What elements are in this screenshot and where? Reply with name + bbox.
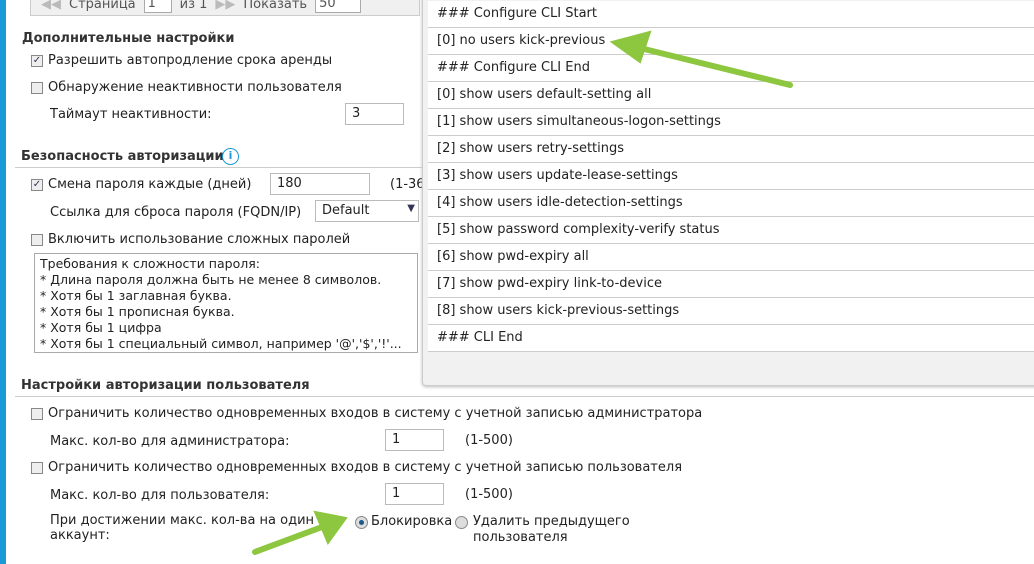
cli-line: [4] show users idle-detection-settings (428, 190, 1034, 217)
complex-pw-checkbox[interactable] (31, 234, 43, 246)
page-label: Страница (69, 0, 136, 12)
admin-range: (1-500) (465, 433, 513, 448)
auto-renew-checkbox[interactable]: ✓ (31, 55, 43, 67)
remove-previous-label: Удалить предыдущего (473, 514, 630, 529)
on-max-label: При достижении макс. кол-ва на один (50, 513, 315, 528)
cli-line: ### CLI End (428, 325, 1034, 352)
idle-detect-checkbox[interactable] (31, 82, 43, 94)
user-limit-label: Ограничить количество одновременных вход… (48, 460, 683, 475)
first-page-icon[interactable]: ◀◀ (41, 0, 61, 12)
divider (15, 396, 1034, 397)
admin-max-label: Макс. кол-во для администратора: (50, 434, 290, 449)
reset-link-select[interactable]: Default ▼ (315, 200, 419, 222)
cli-line: ### Configure CLI End (428, 55, 1034, 82)
user-auth-title: Настройки авторизации пользователя (21, 378, 310, 393)
pw-change-label: Смена пароля каждые (дней) (48, 177, 252, 192)
on-max-label-2: аккаунт: (50, 528, 110, 543)
requirement-line: * Хотя бы 1 специальный символ, например… (40, 336, 402, 351)
auto-renew-label: Разрешить автопродление срока аренды (48, 53, 333, 68)
pw-change-range: (1-36 (390, 177, 425, 192)
cli-line: [6] show pwd-expiry all (428, 244, 1034, 271)
info-icon[interactable]: i (222, 148, 239, 165)
block-radio-label: Блокировка (371, 514, 453, 529)
next-page-icon[interactable]: ▶▶ (215, 0, 235, 12)
show-label: Показать (243, 0, 308, 12)
remove-previous-radio[interactable] (455, 516, 468, 529)
divider (15, 167, 422, 168)
reset-link-value: Default (322, 203, 370, 218)
cli-line: [5] show password complexity-verify stat… (428, 217, 1034, 244)
block-radio[interactable] (355, 516, 368, 529)
chevron-down-icon: ▼ (407, 203, 415, 214)
cli-line: [7] show pwd-expiry link-to-device (428, 271, 1034, 298)
admin-max-input[interactable]: 1 (385, 429, 444, 451)
requirement-line: Требования к сложности пароля: (40, 256, 260, 271)
requirement-line: * Длина пароля должна быть не менее 8 си… (40, 272, 382, 287)
pager: ◀◀ Страница 1 из 1 ▶▶ Показать 50 (30, 0, 420, 16)
pw-change-checkbox[interactable]: ✓ (31, 179, 43, 191)
user-max-label: Макс. кол-во для пользователя: (50, 488, 270, 503)
idle-detect-label: Обнаружение неактивности пользователя (48, 80, 342, 95)
cli-line: [8] show users kick-previous-settings (428, 298, 1034, 325)
requirement-line: * Хотя бы 1 заглавная буква. (40, 288, 232, 303)
page-input[interactable]: 1 (143, 0, 172, 13)
idle-timeout-label: Таймаут неактивности: (50, 107, 212, 122)
cli-line: ### Configure CLI Start (428, 1, 1034, 28)
requirement-line: * Хотя бы 1 прописная буква. (40, 304, 235, 319)
admin-limit-checkbox[interactable] (31, 408, 43, 420)
left-accent-strip (0, 0, 6, 564)
complex-pw-label: Включить использование сложных паролей (48, 232, 351, 247)
cli-line: [0] show users default-setting all (428, 82, 1034, 109)
requirement-line: * Хотя бы 1 цифра (40, 320, 162, 335)
page-size-select[interactable]: 50 (315, 0, 362, 13)
cli-list: ### Configure CLI Start [0] no users kick… (428, 1, 1034, 352)
additional-settings-title: Дополнительные настройки (22, 31, 235, 46)
cli-line: [2] show users retry-settings (428, 136, 1034, 163)
user-max-input[interactable]: 1 (385, 483, 444, 505)
pw-change-days-input[interactable]: 180 (270, 173, 370, 195)
cli-line: [0] no users kick-previous (428, 28, 1034, 55)
user-range: (1-500) (465, 487, 513, 502)
admin-limit-label: Ограничить количество одновременных вход… (48, 406, 703, 421)
cli-summary-panel: ### Configure CLI Start [0] no users kick… (422, 0, 1034, 386)
auth-security-title: Безопасность авторизации (21, 149, 224, 164)
remove-previous-label-2: пользователя (473, 530, 568, 545)
reset-link-label: Ссылка для сброса пароля (FQDN/IP) (50, 205, 302, 220)
of-label: из 1 (179, 0, 208, 12)
cli-line: [3] show users update-lease-settings (428, 163, 1034, 190)
idle-timeout-input[interactable]: 3 (345, 103, 404, 125)
password-requirements-box: Требования к сложности пароля: * Длина п… (34, 253, 418, 353)
cli-line: [1] show users simultaneous-logon-settin… (428, 109, 1034, 136)
user-limit-checkbox[interactable] (31, 462, 43, 474)
